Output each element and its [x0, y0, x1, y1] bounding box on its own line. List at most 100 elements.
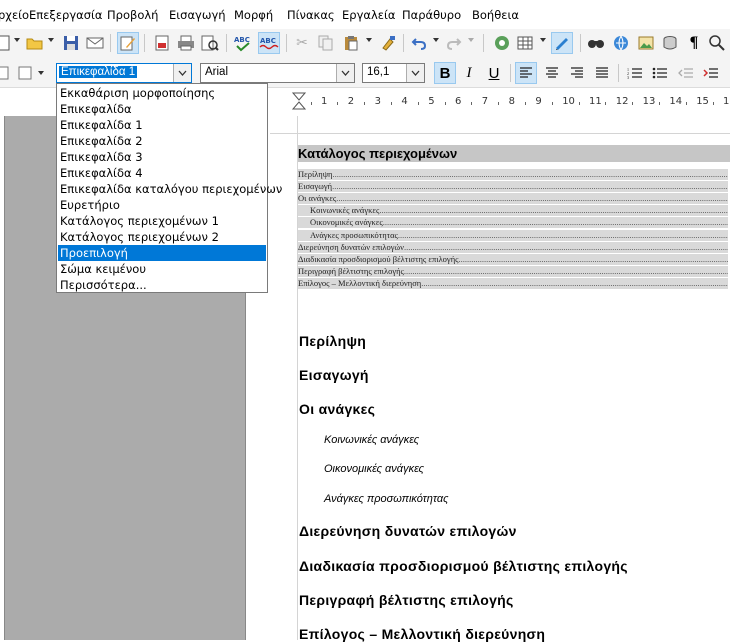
style-option[interactable]: Επικεφαλίδα 3 — [58, 149, 266, 165]
style-option[interactable]: Εκκαθάριση μορφοποίησης — [58, 85, 266, 101]
redo-icon[interactable] — [443, 32, 465, 54]
paragraph-style-value: Επικεφαλίδα 1 — [59, 66, 138, 78]
cut-icon[interactable]: ✂ — [291, 32, 313, 54]
toc-entry[interactable]: Οικονομικές ανάγκες.....................… — [298, 217, 728, 229]
font-size-combobox[interactable]: 16,1 — [362, 63, 425, 83]
increase-indent-icon[interactable] — [700, 62, 722, 84]
menu-edit[interactable]: Επεξεργασία — [29, 8, 102, 22]
open-folder-icon[interactable] — [24, 32, 46, 54]
export-pdf-icon[interactable] — [151, 32, 173, 54]
numbered-list-icon[interactable]: 123 — [624, 62, 646, 84]
show-draw-functions-icon[interactable] — [551, 32, 573, 54]
edit-mode-icon[interactable] — [117, 32, 139, 54]
heading-1: Περιγραφή βέλτιστης επιλογής — [299, 592, 514, 608]
ruler-tick — [551, 102, 553, 105]
toc-entry-text: Περιγραφή βέλτιστης επιλογής — [298, 265, 404, 276]
menu-tools[interactable]: Εργαλεία — [342, 8, 395, 22]
style-option[interactable]: Επικεφαλίδα — [58, 101, 266, 117]
redo-dropdown-arrow[interactable] — [468, 38, 474, 42]
save-icon[interactable] — [60, 32, 82, 54]
style-option[interactable]: Επικεφαλίδα 1 — [58, 117, 266, 133]
toc-entry[interactable]: Εισαγωγή................................… — [298, 181, 728, 193]
bold-button[interactable]: B — [434, 62, 456, 84]
paste-icon[interactable] — [340, 32, 362, 54]
paste-dropdown-arrow[interactable] — [366, 38, 372, 42]
underline-button[interactable]: U — [483, 62, 505, 84]
copy-icon[interactable] — [315, 32, 337, 54]
heading-1: Εισαγωγή — [299, 367, 369, 383]
toolbar-separator — [286, 34, 287, 52]
insert-image-icon[interactable] — [635, 32, 657, 54]
style-option[interactable]: Περισσότερα... — [58, 277, 266, 293]
standard-toolbar: ABC ABC ✂ ¶ — [0, 29, 730, 57]
menu-file[interactable]: ρχείο — [0, 8, 29, 22]
svg-text:ABC: ABC — [234, 36, 250, 44]
ruler-number: 13 — [642, 96, 656, 107]
toc-entry[interactable]: Περιγραφή βέλτιστης επιλογής............… — [298, 265, 728, 277]
undo-dropdown-arrow[interactable] — [433, 38, 439, 42]
open-dropdown-arrow[interactable] — [48, 38, 54, 42]
style-options-arrow[interactable] — [38, 71, 44, 75]
align-left-button[interactable] — [515, 62, 537, 84]
font-name-combobox[interactable]: Arial — [200, 63, 355, 83]
autospellcheck-icon[interactable]: ABC — [258, 32, 280, 54]
spelling-icon[interactable]: ABC — [232, 32, 254, 54]
style-option[interactable]: Κατάλογος περιεχομένων 1 — [58, 213, 266, 229]
toc-entry[interactable]: Διαδικασία προσδιορισμού βέλτιστης επιλο… — [298, 253, 728, 265]
hyperlink-icon[interactable] — [610, 32, 632, 54]
new-document-icon[interactable] — [0, 32, 14, 54]
toc-entry[interactable]: Ανάγκες προσωπικότητας..................… — [298, 229, 728, 241]
undo-icon[interactable] — [408, 32, 430, 54]
menu-format[interactable]: Μορφή — [234, 8, 273, 22]
chevron-down-icon[interactable] — [336, 64, 354, 82]
style-option[interactable]: Επικεφαλίδα 4 — [58, 165, 266, 181]
ruler-tick — [659, 102, 660, 105]
align-center-button[interactable] — [541, 62, 563, 84]
toolbar-separator — [580, 34, 581, 52]
formatting-marks-icon[interactable]: ¶ — [683, 32, 705, 54]
align-right-button[interactable] — [566, 62, 588, 84]
zoom-icon[interactable] — [706, 32, 728, 54]
table-dropdown-arrow[interactable] — [540, 38, 546, 42]
menu-table[interactable]: Πίνακας — [287, 8, 335, 22]
heading-2: Οικονομικές ανάγκες — [324, 463, 424, 475]
new-dropdown-arrow[interactable] — [14, 38, 20, 42]
horizontal-ruler[interactable]: 12345678910111213141516 — [270, 92, 730, 114]
toc-entry[interactable]: Κοινωνικές ανάγκες......................… — [298, 205, 728, 217]
data-sources-icon[interactable] — [659, 32, 681, 54]
style-option[interactable]: Επικεφαλίδα 2 — [58, 133, 266, 149]
table-icon[interactable] — [514, 32, 536, 54]
paragraph-style-dropdown-list[interactable]: Εκκαθάριση μορφοποίησης Επικεφαλίδα Επικεφ… — [56, 83, 282, 293]
style-option[interactable]: Ευρετήριο — [58, 197, 266, 213]
style-option[interactable]: Επικεφαλίδα καταλόγου περιεχομένων — [58, 181, 282, 197]
clone-formatting-icon[interactable] — [377, 32, 399, 54]
menu-view[interactable]: Προβολή — [107, 8, 158, 22]
style-option[interactable]: Προεπιλογή — [58, 245, 266, 261]
decrease-indent-icon[interactable] — [675, 62, 697, 84]
style-catalog-icon[interactable] — [0, 62, 14, 84]
new-style-icon[interactable] — [14, 62, 36, 84]
bullet-list-icon[interactable] — [649, 62, 671, 84]
print-preview-icon[interactable] — [199, 32, 221, 54]
chevron-down-icon[interactable] — [173, 64, 191, 82]
toc-entry[interactable]: Οι ανάγκες..............................… — [298, 193, 728, 205]
paragraph-style-combobox[interactable]: Επικεφαλίδα 1 — [56, 63, 192, 83]
chevron-down-icon[interactable] — [406, 64, 424, 82]
print-icon[interactable] — [175, 32, 197, 54]
email-icon[interactable] — [84, 32, 106, 54]
toc-entry[interactable]: Διερεύνηση δυνατών επιλογών.............… — [298, 241, 728, 253]
style-option[interactable]: Κατάλογος περιεχομένων 2 — [58, 229, 266, 245]
italic-button[interactable]: I — [458, 62, 480, 84]
toc-leader-dots: ........................................… — [403, 241, 728, 252]
toc-entry[interactable]: Περίληψη................................… — [298, 169, 728, 180]
toc-entry[interactable]: Επίλογος – Μελλοντική διερεύνηση........… — [298, 277, 728, 289]
menu-insert[interactable]: Εισαγωγή — [169, 8, 226, 22]
menu-window[interactable]: Παράθυρο — [402, 8, 461, 22]
style-option[interactable]: Σώμα κειμένου — [58, 261, 266, 277]
menu-help[interactable]: Βοήθεια — [472, 8, 519, 22]
justify-button[interactable] — [591, 62, 613, 84]
toc-entry-text: Εισαγωγή — [298, 181, 333, 192]
navigator-icon[interactable] — [491, 32, 513, 54]
find-replace-icon[interactable] — [585, 32, 607, 54]
indent-marker-icon[interactable] — [292, 92, 306, 110]
